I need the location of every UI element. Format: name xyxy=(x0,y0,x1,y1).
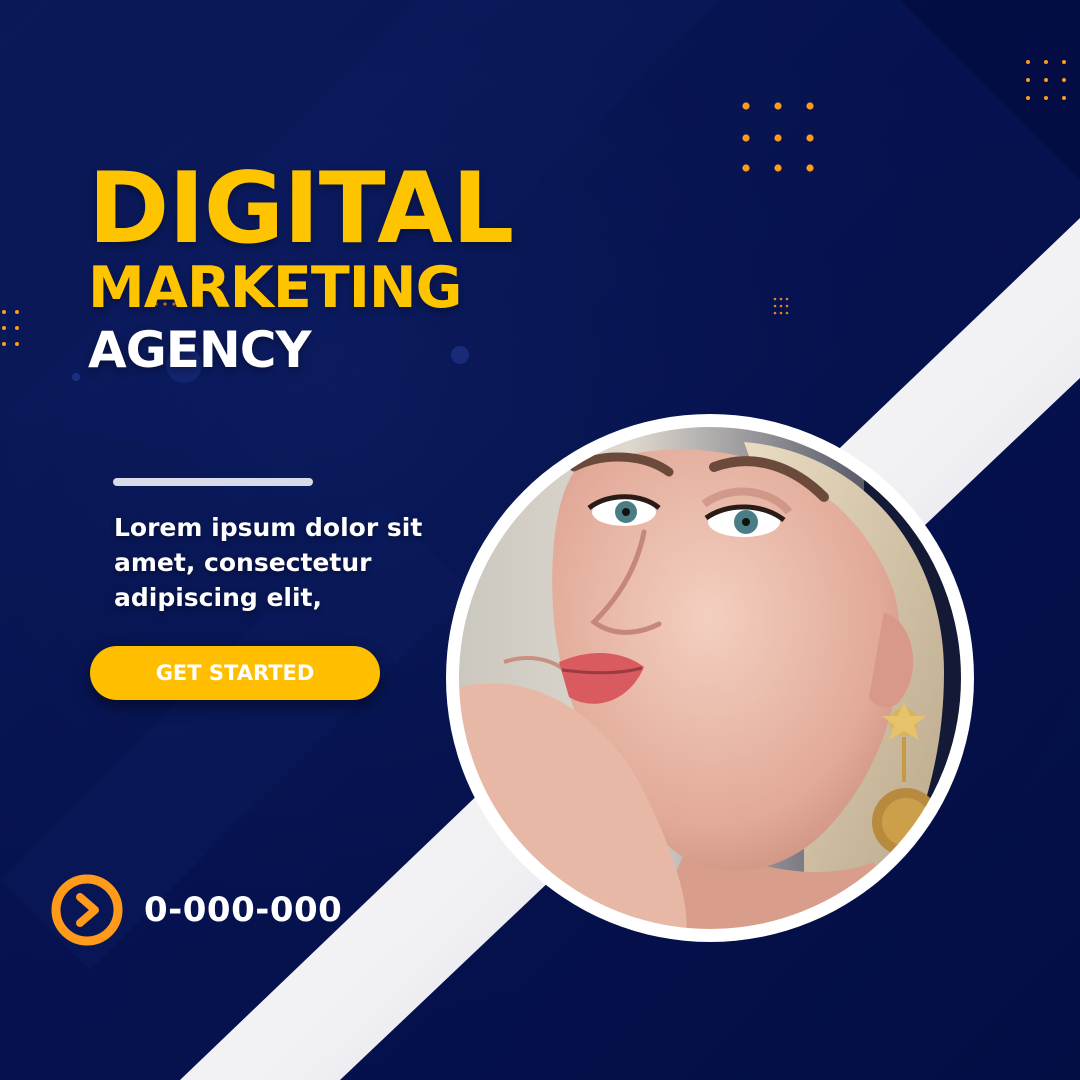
headline-line-2: MARKETING xyxy=(88,255,462,321)
bokeh-circle xyxy=(72,373,80,381)
headline-line-1: DIGITAL xyxy=(88,152,514,266)
phone-number: 0-000-000 xyxy=(144,890,343,930)
promo-canvas: DIGITAL MARKETING AGENCY Lorem ipsum dol… xyxy=(0,0,1080,1080)
divider-line xyxy=(113,478,313,486)
play-circle-icon[interactable] xyxy=(50,873,124,947)
get-started-button[interactable]: GET STARTED xyxy=(90,646,380,700)
headline-line-3: AGENCY xyxy=(88,321,312,379)
body-text: Lorem ipsum dolor sit amet, consectetur … xyxy=(114,513,423,612)
contact-row: 0-000-000 xyxy=(50,873,342,947)
portrait-photo xyxy=(446,414,974,942)
headline: DIGITAL MARKETING AGENCY xyxy=(88,152,514,379)
